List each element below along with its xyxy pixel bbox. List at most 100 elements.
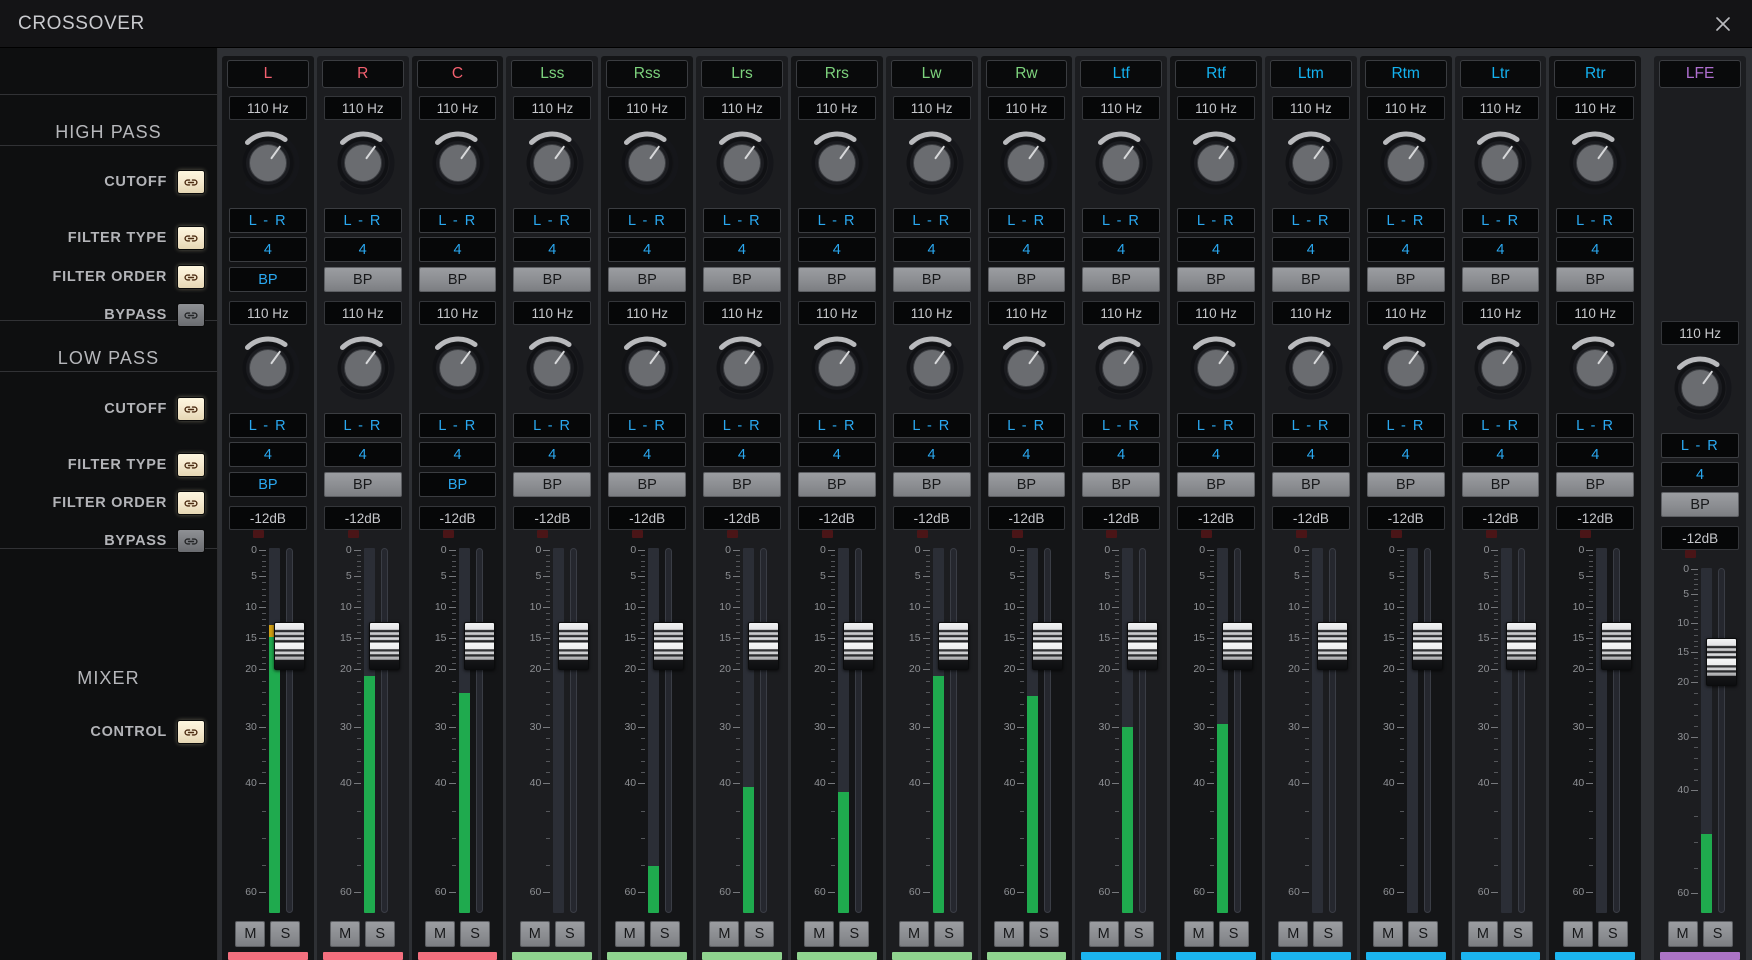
highpass-cutoff-value[interactable]: 110 Hz bbox=[608, 96, 686, 120]
channel-name-r[interactable]: R bbox=[322, 60, 404, 88]
lowpass-bypass-button[interactable]: BP bbox=[1082, 472, 1160, 497]
highpass-filter-type[interactable]: L - R bbox=[324, 208, 402, 233]
highpass-filter-type[interactable]: L - R bbox=[893, 208, 971, 233]
highpass-bypass-button[interactable]: BP bbox=[703, 267, 781, 292]
level-meter[interactable] bbox=[1596, 548, 1607, 913]
link-icon[interactable] bbox=[177, 265, 205, 289]
lowpass-cutoff-value[interactable]: 110 Hz bbox=[513, 301, 591, 325]
mute-button[interactable]: M bbox=[899, 921, 929, 947]
highpass-cutoff-knob[interactable] bbox=[417, 124, 499, 202]
channel-name-rw[interactable]: Rw bbox=[986, 60, 1068, 88]
highpass-filter-type[interactable]: L - R bbox=[798, 208, 876, 233]
channel-gain-value[interactable]: -12dB bbox=[1272, 506, 1350, 530]
volume-fader[interactable] bbox=[1715, 568, 1728, 913]
lowpass-filter-order[interactable]: 4 bbox=[1272, 442, 1350, 467]
highpass-cutoff-knob[interactable] bbox=[1365, 124, 1447, 202]
level-meter[interactable] bbox=[364, 548, 375, 913]
solo-button[interactable]: S bbox=[365, 921, 395, 947]
clip-indicator-led[interactable] bbox=[1296, 530, 1307, 538]
highpass-cutoff-knob[interactable] bbox=[701, 124, 783, 202]
highpass-filter-type[interactable]: L - R bbox=[1556, 208, 1634, 233]
volume-fader[interactable] bbox=[1231, 548, 1244, 913]
lowpass-cutoff-value[interactable]: 110 Hz bbox=[1177, 301, 1255, 325]
lowpass-filter-type[interactable]: L - R bbox=[1272, 413, 1350, 438]
close-icon[interactable] bbox=[1710, 11, 1736, 37]
lowpass-filter-type[interactable]: L - R bbox=[893, 413, 971, 438]
highpass-bypass-button[interactable]: BP bbox=[988, 267, 1066, 292]
highpass-bypass-button[interactable]: BP bbox=[1272, 267, 1350, 292]
solo-button[interactable]: S bbox=[1503, 921, 1533, 947]
channel-gain-value[interactable]: -12dB bbox=[988, 506, 1066, 530]
solo-button[interactable]: S bbox=[1124, 921, 1154, 947]
lowpass-bypass-button[interactable]: BP bbox=[608, 472, 686, 497]
channel-gain-value[interactable]: -12dB bbox=[229, 506, 307, 530]
channel-gain-value[interactable]: -12dB bbox=[1082, 506, 1160, 530]
lowpass-bypass-button[interactable]: BP bbox=[419, 472, 497, 497]
highpass-filter-order[interactable]: 4 bbox=[513, 237, 591, 262]
lowpass-cutoff-knob[interactable] bbox=[1080, 329, 1162, 407]
highpass-bypass-button[interactable]: BP bbox=[1082, 267, 1160, 292]
highpass-cutoff-value[interactable]: 110 Hz bbox=[1177, 96, 1255, 120]
lowpass-filter-order[interactable]: 4 bbox=[1082, 442, 1160, 467]
clip-indicator-led[interactable] bbox=[822, 530, 833, 538]
lowpass-cutoff-knob[interactable] bbox=[1270, 329, 1352, 407]
level-meter[interactable] bbox=[269, 548, 280, 913]
channel-gain-value[interactable]: -12dB bbox=[324, 506, 402, 530]
highpass-filter-type[interactable]: L - R bbox=[703, 208, 781, 233]
lowpass-cutoff-knob[interactable] bbox=[417, 329, 499, 407]
link-icon[interactable] bbox=[177, 529, 205, 553]
highpass-filter-order[interactable]: 4 bbox=[893, 237, 971, 262]
lowpass-filter-order[interactable]: 4 bbox=[1367, 442, 1445, 467]
highpass-filter-type[interactable]: L - R bbox=[1272, 208, 1350, 233]
lowpass-cutoff-value[interactable]: 110 Hz bbox=[893, 301, 971, 325]
highpass-cutoff-value[interactable]: 110 Hz bbox=[1556, 96, 1634, 120]
mute-button[interactable]: M bbox=[804, 921, 834, 947]
mute-button[interactable]: M bbox=[709, 921, 739, 947]
solo-button[interactable]: S bbox=[460, 921, 490, 947]
highpass-cutoff-knob[interactable] bbox=[511, 124, 593, 202]
highpass-bypass-button[interactable]: BP bbox=[324, 267, 402, 292]
lowpass-filter-order[interactable]: 4 bbox=[988, 442, 1066, 467]
highpass-cutoff-value[interactable]: 110 Hz bbox=[1082, 96, 1160, 120]
highpass-cutoff-value[interactable]: 110 Hz bbox=[703, 96, 781, 120]
lowpass-bypass-button[interactable]: BP bbox=[513, 472, 591, 497]
level-meter[interactable] bbox=[1701, 568, 1712, 913]
lowpass-bypass-button[interactable]: BP bbox=[1462, 472, 1540, 497]
level-meter[interactable] bbox=[648, 548, 659, 913]
fader-handle[interactable] bbox=[1222, 622, 1253, 670]
volume-fader[interactable] bbox=[1041, 548, 1054, 913]
lowpass-filter-order[interactable]: 4 bbox=[893, 442, 971, 467]
mute-button[interactable]: M bbox=[1278, 921, 1308, 947]
lowpass-filter-order[interactable]: 4 bbox=[608, 442, 686, 467]
mute-button[interactable]: M bbox=[1563, 921, 1593, 947]
fader-handle[interactable] bbox=[938, 622, 969, 670]
lowpass-cutoff-value[interactable]: 110 Hz bbox=[1272, 301, 1350, 325]
lowpass-cutoff-value[interactable]: 110 Hz bbox=[1661, 321, 1739, 345]
link-icon[interactable] bbox=[177, 170, 205, 194]
lowpass-filter-type[interactable]: L - R bbox=[798, 413, 876, 438]
volume-fader[interactable] bbox=[283, 548, 296, 913]
channel-gain-value[interactable]: -12dB bbox=[703, 506, 781, 530]
lowpass-filter-type[interactable]: L - R bbox=[608, 413, 686, 438]
highpass-filter-order[interactable]: 4 bbox=[419, 237, 497, 262]
lowpass-cutoff-value[interactable]: 110 Hz bbox=[608, 301, 686, 325]
solo-button[interactable]: S bbox=[744, 921, 774, 947]
clip-indicator-led[interactable] bbox=[632, 530, 643, 538]
volume-fader[interactable] bbox=[1610, 548, 1623, 913]
level-meter[interactable] bbox=[1407, 548, 1418, 913]
volume-fader[interactable] bbox=[662, 548, 675, 913]
mute-button[interactable]: M bbox=[520, 921, 550, 947]
highpass-bypass-button[interactable]: BP bbox=[798, 267, 876, 292]
level-meter[interactable] bbox=[838, 548, 849, 913]
volume-fader[interactable] bbox=[947, 548, 960, 913]
lowpass-bypass-button[interactable]: BP bbox=[229, 472, 307, 497]
channel-name-c[interactable]: C bbox=[417, 60, 499, 88]
mute-button[interactable]: M bbox=[1373, 921, 1403, 947]
channel-gain-value[interactable]: -12dB bbox=[608, 506, 686, 530]
channel-name-ltr[interactable]: Ltr bbox=[1460, 60, 1542, 88]
highpass-cutoff-value[interactable]: 110 Hz bbox=[419, 96, 497, 120]
channel-gain-value[interactable]: -12dB bbox=[893, 506, 971, 530]
solo-button[interactable]: S bbox=[839, 921, 869, 947]
highpass-filter-type[interactable]: L - R bbox=[1367, 208, 1445, 233]
channel-name-rtf[interactable]: Rtf bbox=[1175, 60, 1257, 88]
